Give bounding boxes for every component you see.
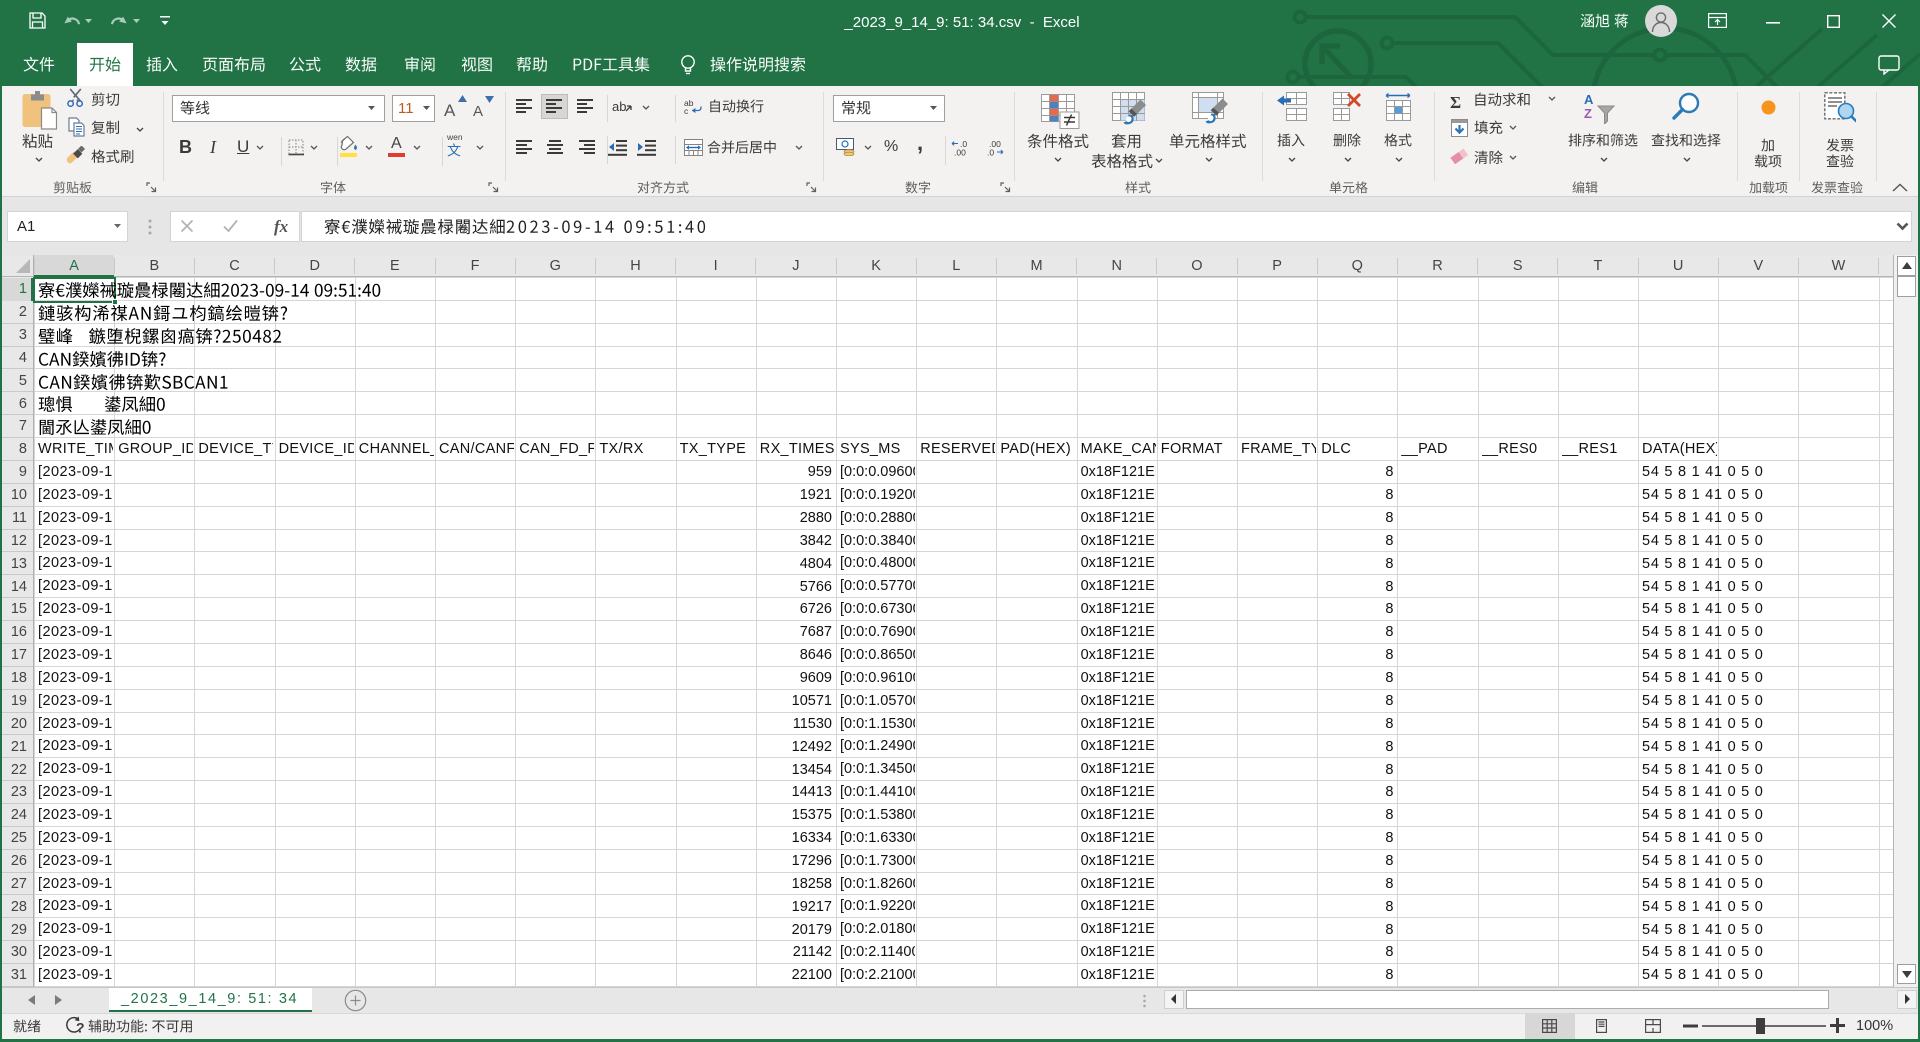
svg-text:Z: Z (1584, 106, 1592, 121)
svg-text:?: ? (76, 1020, 85, 1036)
svg-text:.0: .0 (987, 148, 994, 157)
svg-text:Σ: Σ (1450, 93, 1461, 110)
svg-text:ab: ab (612, 99, 626, 114)
svg-text:A: A (1584, 92, 1594, 107)
svg-text:.00: .00 (954, 148, 966, 157)
svg-text:fx: fx (274, 217, 289, 236)
